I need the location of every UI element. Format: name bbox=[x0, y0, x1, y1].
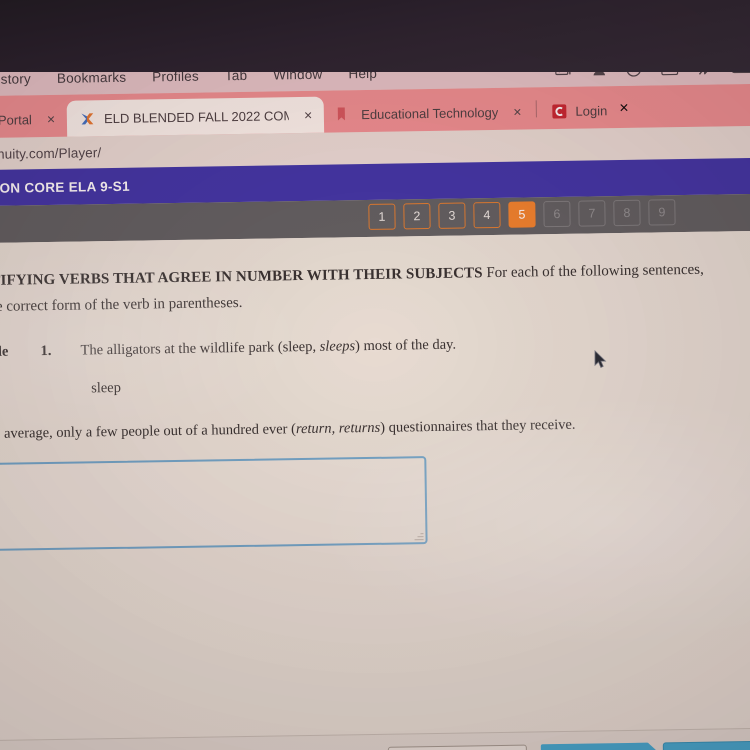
browser-tab-educational-technology[interactable]: Educational Technology × bbox=[324, 93, 534, 132]
menu-status-icons bbox=[555, 59, 750, 78]
instruction-line-2: e the correct form of the verb in parent… bbox=[0, 294, 243, 315]
answer-textarea[interactable] bbox=[0, 455, 428, 551]
example-row: ample 1. The alligators at the wildlife … bbox=[0, 331, 750, 361]
example-sentence-pre: The alligators at the wildlife park (sle… bbox=[80, 338, 320, 359]
browser-tab-eld-blended[interactable]: ELD BLENDED FALL 2022 COM × bbox=[66, 96, 325, 137]
tab-title: Portal bbox=[0, 111, 32, 128]
browser-tab-login[interactable]: Login bbox=[538, 92, 619, 129]
example-sentence-post: ) most of the day. bbox=[354, 336, 457, 354]
battery-icon[interactable] bbox=[731, 60, 750, 74]
next-button[interactable]: Next bbox=[540, 742, 650, 750]
control-center-icon[interactable] bbox=[626, 61, 642, 77]
browser-window: listory Bookmarks Profiles Tab Window He… bbox=[0, 49, 750, 750]
pagination-item-4[interactable]: 4 bbox=[473, 201, 501, 229]
example-label: ample bbox=[0, 343, 9, 360]
tab-close-icon-last[interactable]: × bbox=[619, 100, 645, 128]
menu-bookmarks[interactable]: Bookmarks bbox=[57, 69, 127, 85]
user-account-icon[interactable] bbox=[592, 62, 606, 76]
display-icon[interactable] bbox=[661, 61, 679, 75]
tab-title: Educational Technology bbox=[361, 104, 499, 122]
pagination-number-list: 1 2 3 4 5 6 7 8 9 bbox=[368, 199, 676, 230]
mouse-cursor bbox=[594, 350, 607, 369]
menu-history[interactable]: listory bbox=[0, 71, 31, 87]
example-sentence: The alligators at the wildlife park (sle… bbox=[80, 336, 456, 359]
menu-tab[interactable]: Tab bbox=[225, 67, 248, 82]
pagination-item-8[interactable]: 8 bbox=[613, 199, 641, 227]
pagination-item-1[interactable]: 1 bbox=[368, 203, 396, 230]
menu-profiles[interactable]: Profiles bbox=[152, 68, 199, 84]
menu-help[interactable]: Help bbox=[348, 65, 377, 80]
worksheet-content: ENTIFYING VERBS THAT AGREE IN NUMBER WIT… bbox=[0, 230, 750, 740]
bluetooth-off-icon[interactable] bbox=[698, 60, 711, 76]
textarea-resize-handle[interactable] bbox=[413, 531, 424, 541]
pagination-item-3[interactable]: 3 bbox=[438, 202, 466, 229]
clever-logo-icon bbox=[551, 103, 567, 119]
worksheet-instructions: ENTIFYING VERBS THAT AGREE IN NUMBER WIT… bbox=[0, 257, 750, 321]
edgenuity-x-logo-icon bbox=[80, 111, 95, 126]
tab-title: ELD BLENDED FALL 2022 COM bbox=[103, 107, 290, 126]
browser-tab-portal[interactable]: Portal × bbox=[0, 101, 67, 138]
footer-button-group: Save and Exit Next Submit bbox=[387, 740, 750, 750]
pagination-item-6[interactable]: 6 bbox=[543, 200, 571, 228]
question-sentence: n the average, only a few people out of … bbox=[0, 413, 750, 443]
tab-separator bbox=[535, 99, 537, 117]
screen-photo: listory Bookmarks Profiles Tab Window He… bbox=[0, 0, 750, 750]
example-number: 1. bbox=[40, 342, 52, 359]
worksheet-heading: ENTIFYING VERBS THAT AGREE IN NUMBER WIT… bbox=[0, 265, 483, 290]
question-sentence-italic: return, returns bbox=[295, 419, 381, 437]
pagination-item-9[interactable]: 9 bbox=[648, 199, 676, 226]
course-title: MON CORE ELA 9-S1 bbox=[0, 178, 130, 196]
pagination-item-7[interactable]: 7 bbox=[578, 200, 606, 227]
question-sentence-post: ) questionnaires that they receive. bbox=[380, 416, 576, 436]
question-sentence-pre: n the average, only a few people out of … bbox=[0, 420, 297, 442]
pagination-item-5-current[interactable]: 5 bbox=[508, 201, 536, 228]
pagination-item-2[interactable]: 2 bbox=[403, 203, 431, 230]
instruction-lead: For each of the following sentences, bbox=[486, 261, 704, 282]
tab-close-icon[interactable]: × bbox=[47, 111, 55, 127]
tab-title: Login bbox=[575, 102, 608, 119]
tab-close-icon[interactable]: × bbox=[513, 104, 521, 120]
menu-spacer bbox=[403, 70, 555, 72]
submit-button[interactable]: Submit bbox=[662, 740, 750, 750]
bookmark-icon bbox=[337, 106, 352, 122]
example-sentence-italic: sleeps bbox=[319, 337, 356, 355]
tab-close-icon[interactable]: × bbox=[304, 107, 312, 123]
save-and-exit-button[interactable]: Save and Exit bbox=[387, 744, 528, 750]
example-answer: sleep bbox=[91, 379, 122, 396]
url-text: enuity.com/Player/ bbox=[0, 144, 102, 162]
menu-window[interactable]: Window bbox=[273, 66, 322, 82]
screen-mirroring-icon[interactable] bbox=[555, 63, 572, 76]
